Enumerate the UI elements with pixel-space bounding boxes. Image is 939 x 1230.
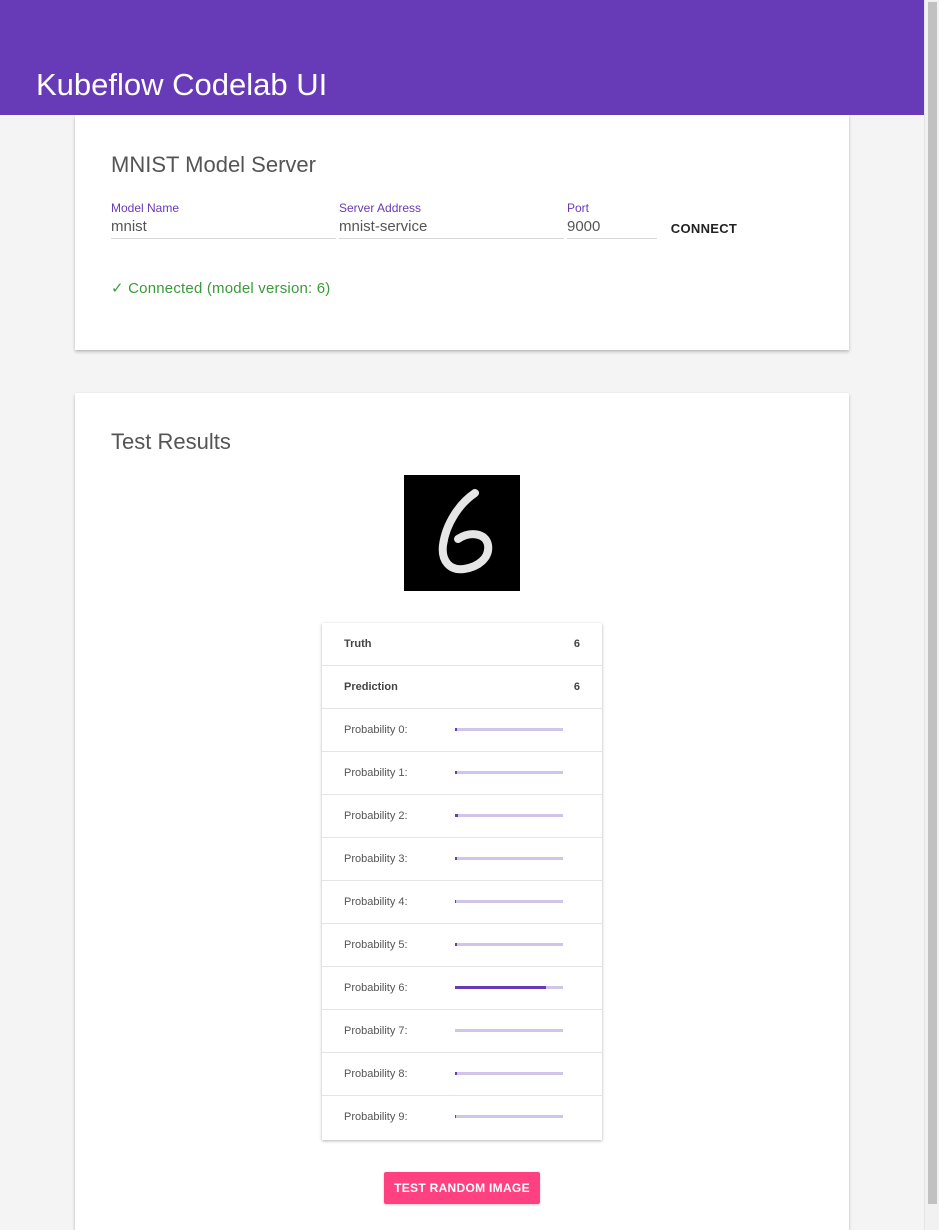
probability-bar xyxy=(455,900,563,903)
port-field: Port xyxy=(567,201,657,239)
truth-label: Truth xyxy=(344,638,372,650)
model-name-input[interactable] xyxy=(111,215,336,237)
connect-button[interactable]: CONNECT xyxy=(665,215,743,241)
probability-bar-fill xyxy=(455,1115,457,1118)
probability-label: Probability 4: xyxy=(344,896,408,908)
prediction-value: 6 xyxy=(573,681,580,693)
port-input[interactable] xyxy=(567,215,657,237)
probability-row: Probability 4: xyxy=(322,881,602,924)
probability-bar xyxy=(455,728,563,731)
prediction-row: Prediction 6 xyxy=(322,666,602,709)
test-random-image-button[interactable]: TEST RANDOM IMAGE xyxy=(384,1172,540,1204)
probability-label: Probability 0: xyxy=(344,724,408,736)
scrollbar-thumb[interactable] xyxy=(928,2,937,1204)
probability-bar xyxy=(455,1072,563,1075)
probability-row: Probability 9: xyxy=(322,1096,602,1139)
probability-row: Probability 7: xyxy=(322,1010,602,1053)
probability-label: Probability 3: xyxy=(344,853,408,865)
probability-bar xyxy=(455,1115,563,1118)
probability-row: Probability 3: xyxy=(322,838,602,881)
probability-bar-fill xyxy=(455,771,458,774)
probability-row: Probability 1: xyxy=(322,752,602,795)
probability-label: Probability 8: xyxy=(344,1068,408,1080)
truth-row: Truth 6 xyxy=(322,623,602,666)
probability-label: Probability 9: xyxy=(344,1111,408,1123)
page-scrollbar[interactable] xyxy=(924,0,939,1230)
app-title: Kubeflow Codelab UI xyxy=(36,67,328,102)
probability-bar-fill xyxy=(455,900,457,903)
probability-bar xyxy=(455,943,563,946)
probability-label: Probability 2: xyxy=(344,810,408,822)
probability-label: Probability 7: xyxy=(344,1025,408,1037)
probability-bar xyxy=(455,771,563,774)
probability-label: Probability 5: xyxy=(344,939,408,951)
port-label: Port xyxy=(567,201,590,215)
probability-row: Probability 8: xyxy=(322,1053,602,1096)
probability-bar-fill xyxy=(455,814,459,817)
probability-bar-fill xyxy=(455,1072,458,1075)
probability-bar xyxy=(455,814,563,817)
probability-row: Probability 5: xyxy=(322,924,602,967)
app-header: Kubeflow Codelab UI xyxy=(0,0,924,115)
test-results-card: Test Results Truth 6 Prediction 6 Probab… xyxy=(75,393,849,1230)
server-address-input[interactable] xyxy=(339,215,564,237)
server-address-field: Server Address xyxy=(339,201,564,239)
prediction-label: Prediction xyxy=(344,681,398,693)
probability-label: Probability 1: xyxy=(344,767,408,779)
probability-bar-fill xyxy=(455,943,458,946)
probability-bar xyxy=(455,986,563,989)
results-table: Truth 6 Prediction 6 Probability 0: Proba… xyxy=(322,623,602,1140)
probability-label: Probability 6: xyxy=(344,982,408,994)
probability-bar-fill xyxy=(455,857,458,860)
probability-row: Probability 2: xyxy=(322,795,602,838)
test-results-title: Test Results xyxy=(111,429,231,454)
probability-row: Probability 6: xyxy=(322,967,602,1010)
connection-status: ✓ Connected (model version: 6) xyxy=(111,280,331,297)
model-server-card: MNIST Model Server Model Name Server Add… xyxy=(75,115,849,350)
probability-bar xyxy=(455,1029,563,1032)
probability-row: Probability 0: xyxy=(322,709,602,752)
mnist-digit-image xyxy=(404,475,520,591)
probability-bar-fill xyxy=(455,986,546,989)
probability-bar xyxy=(455,857,563,860)
model-name-label: Model Name xyxy=(111,201,180,215)
digit-six-icon xyxy=(404,475,520,591)
model-name-field: Model Name xyxy=(111,201,336,239)
server-address-label: Server Address xyxy=(339,201,422,215)
truth-value: 6 xyxy=(573,638,580,650)
model-server-title: MNIST Model Server xyxy=(111,152,316,177)
probability-bar-fill xyxy=(455,728,458,731)
